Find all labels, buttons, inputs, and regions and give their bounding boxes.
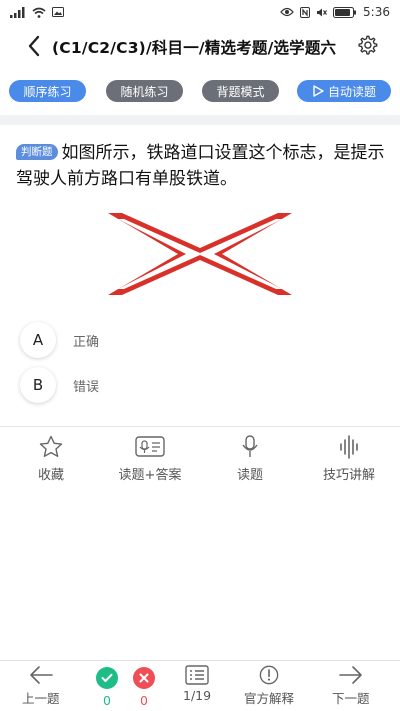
skill-explanation-label: 技巧讲解 xyxy=(322,468,375,483)
list-icon xyxy=(185,665,209,685)
option-b[interactable]: B 错误 xyxy=(20,367,380,403)
option-a-text: 正确 xyxy=(73,334,100,350)
battery-icon xyxy=(333,6,357,18)
bottom-bar: 上一题 0 0 1/19 官方解释 下一题 xyxy=(0,660,400,711)
status-bar: 5:36 xyxy=(0,0,400,24)
correct-count-value: 0 xyxy=(103,693,111,708)
favorite-button[interactable]: 收藏 xyxy=(6,434,96,484)
wrong-count: 0 xyxy=(133,667,155,708)
play-icon xyxy=(313,85,324,97)
question-type-badge: 判断题 xyxy=(16,144,58,160)
skill-explanation-button[interactable]: 技巧讲解 xyxy=(304,434,394,484)
nfc-icon xyxy=(300,6,311,18)
action-row: 收藏 读题+答案 读题 技巧讲解 xyxy=(0,434,400,484)
star-icon xyxy=(39,435,63,457)
clock-time: 5:36 xyxy=(363,5,390,19)
mode-tabs: 顺序练习 随机练习 背题模式 自动读题 xyxy=(0,80,400,102)
read-question-button[interactable]: 读题 xyxy=(205,434,295,484)
tab-auto-read[interactable]: 自动读题 xyxy=(297,80,391,102)
next-question-label: 下一题 xyxy=(332,691,370,706)
arrow-right-icon xyxy=(338,666,362,684)
read-with-answer-button[interactable]: 读题+答案 xyxy=(105,434,195,484)
wrong-count-value: 0 xyxy=(140,693,148,708)
tab-sequential-practice[interactable]: 顺序练习 xyxy=(9,80,86,102)
actions-divider xyxy=(0,426,400,427)
prev-question-button[interactable]: 上一题 xyxy=(22,665,60,707)
read-with-answer-label: 读题+答案 xyxy=(118,468,182,483)
arrow-left-icon xyxy=(29,666,53,684)
microphone-icon xyxy=(242,435,258,457)
page-title: (C1/C2/C3)/科目一/精选考题/选学题六 xyxy=(52,39,337,57)
tab-random-practice[interactable]: 随机练习 xyxy=(106,80,183,102)
read-question-label: 读题 xyxy=(236,468,263,483)
check-icon xyxy=(96,667,118,689)
tab-auto-read-label: 自动读题 xyxy=(327,84,376,99)
official-explanation-label: 官方解释 xyxy=(244,691,295,706)
exclamation-circle-icon xyxy=(259,665,279,685)
option-a-letter: A xyxy=(20,322,56,358)
railway-crossing-sign xyxy=(108,213,292,295)
soundwave-icon xyxy=(340,435,358,459)
signal-icon xyxy=(10,6,26,18)
favorite-label: 收藏 xyxy=(37,468,64,483)
cross-icon xyxy=(133,667,155,689)
next-question-button[interactable]: 下一题 xyxy=(332,665,370,707)
read-answer-icon xyxy=(135,436,165,457)
section-divider xyxy=(0,115,400,125)
option-a[interactable]: A 正确 xyxy=(20,322,380,358)
gear-icon xyxy=(358,35,378,55)
eye-icon xyxy=(280,7,294,17)
question-block: 判断题 如图所示，铁路道口设置这个标志，是提示驾驶人前方路口有单股铁道。 xyxy=(16,140,386,192)
question-text: 如图所示，铁路道口设置这个标志，是提示驾驶人前方路口有单股铁道。 xyxy=(16,143,385,189)
navbar: (C1/C2/C3)/科目一/精选考题/选学题六 xyxy=(0,26,400,66)
option-b-text: 错误 xyxy=(73,379,100,395)
question-list-button[interactable]: 1/19 xyxy=(183,665,211,703)
chevron-left-icon xyxy=(28,35,40,57)
option-b-letter: B xyxy=(20,367,56,403)
mute-icon xyxy=(316,7,327,18)
settings-button[interactable] xyxy=(356,34,380,58)
prev-question-label: 上一题 xyxy=(22,691,60,706)
official-explanation-button[interactable]: 官方解释 xyxy=(244,665,294,707)
tab-memorize-mode[interactable]: 背题模式 xyxy=(202,80,279,102)
image-notification-icon xyxy=(52,7,64,17)
back-button[interactable] xyxy=(22,34,46,58)
wifi-icon xyxy=(32,7,46,18)
progress-indicator: 1/19 xyxy=(183,688,212,703)
correct-count: 0 xyxy=(96,667,118,708)
